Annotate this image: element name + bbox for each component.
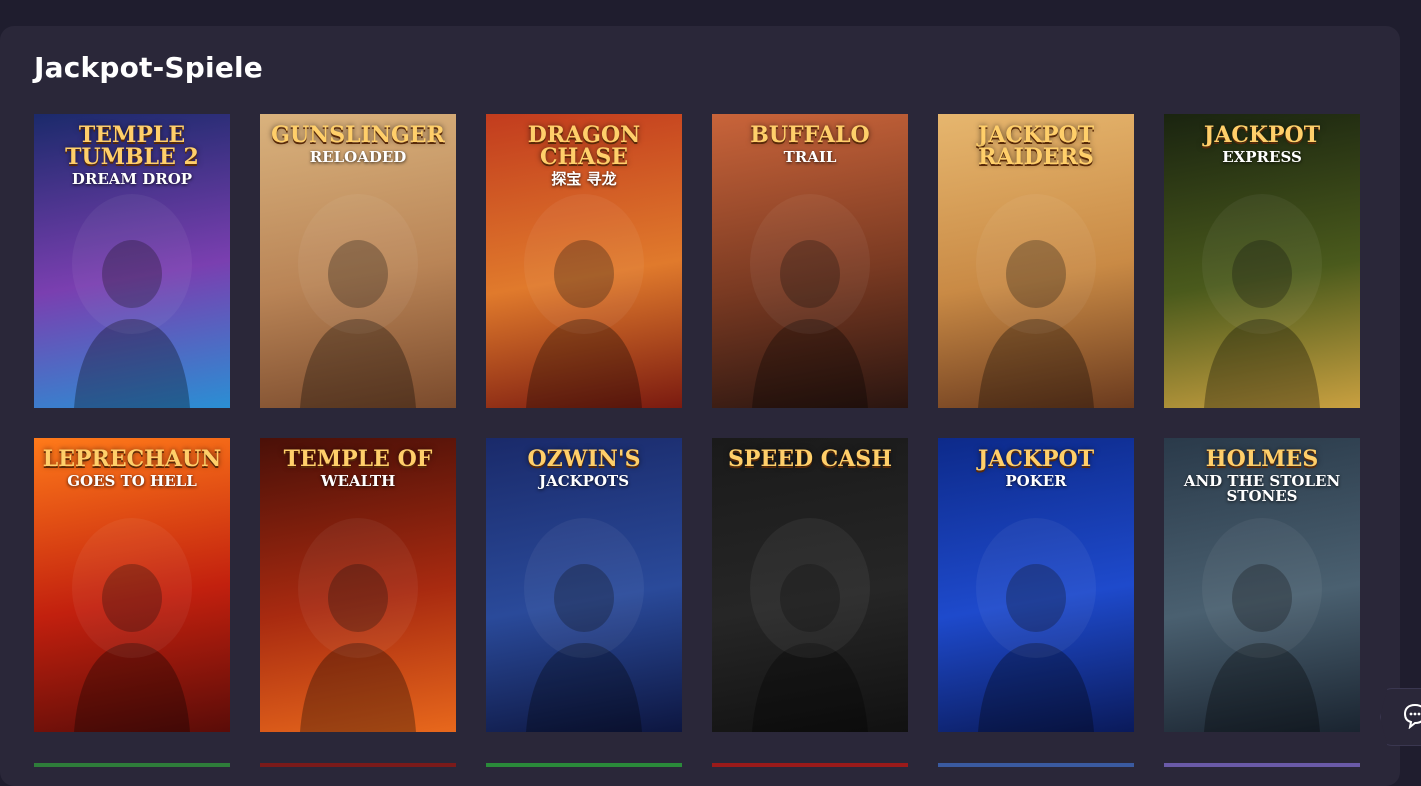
game-logo-title: Temple Tumble 2 bbox=[65, 122, 199, 170]
game-logo-subtitle: goes to Hell bbox=[67, 472, 197, 490]
game-logo: Jackpot Poker bbox=[938, 448, 1134, 489]
game-logo-subtitle: Wealth bbox=[320, 472, 396, 490]
game-tile-speed-cash[interactable]: Speed Cash bbox=[712, 438, 908, 732]
partial-game-tile[interactable] bbox=[712, 763, 908, 767]
game-logo: Ozwin's Jackpots bbox=[486, 448, 682, 489]
chat-bubble-icon bbox=[1403, 703, 1421, 729]
game-logo: Temple Tumble 2 Dream Drop bbox=[34, 124, 230, 187]
game-logo: Holmes and the Stolen Stones bbox=[1164, 448, 1360, 504]
game-logo-title: Leprechaun bbox=[42, 446, 222, 472]
game-logo: Jackpot Express bbox=[1164, 124, 1360, 165]
game-logo: Gunslinger Reloaded bbox=[260, 124, 456, 165]
game-logo-title: Holmes bbox=[1205, 446, 1319, 472]
partial-game-tile[interactable] bbox=[260, 763, 456, 767]
game-logo-title: Gunslinger bbox=[271, 122, 445, 148]
game-tile-gunslinger-reloaded[interactable]: Gunslinger Reloaded bbox=[260, 114, 456, 408]
game-tile-ozwins-jackpots[interactable]: Ozwin's Jackpots bbox=[486, 438, 682, 732]
game-logo: Buffalo Trail bbox=[712, 124, 908, 165]
game-tile-jackpot-express[interactable]: Jackpot Express bbox=[1164, 114, 1360, 408]
game-logo: Jackpot Raiders bbox=[938, 124, 1134, 172]
game-logo: Leprechaun goes to Hell bbox=[34, 448, 230, 489]
game-logo-title: Jackpot bbox=[977, 446, 1095, 472]
game-logo-title: Temple of bbox=[283, 446, 433, 472]
game-tile-temple-of-wealth[interactable]: Temple of Wealth bbox=[260, 438, 456, 732]
partial-game-tile[interactable] bbox=[486, 763, 682, 767]
game-logo-subtitle: Poker bbox=[1005, 472, 1067, 490]
game-logo-title: Jackpot Raiders bbox=[977, 122, 1095, 170]
game-grid: Temple Tumble 2 Dream Drop Gunslinger Reloa… bbox=[34, 114, 1360, 732]
game-logo-subtitle: and the Stolen Stones bbox=[1183, 472, 1341, 505]
game-tile-jackpot-raiders[interactable]: Jackpot Raiders bbox=[938, 114, 1134, 408]
game-logo-subtitle: Jackpots bbox=[538, 472, 630, 490]
game-logo-title: Jackpot bbox=[1203, 122, 1321, 148]
game-logo-subtitle: Dream Drop bbox=[71, 170, 193, 188]
partial-game-tile[interactable] bbox=[1164, 763, 1360, 767]
chat-button[interactable] bbox=[1380, 688, 1421, 746]
game-logo-title: Ozwin's bbox=[527, 446, 641, 472]
game-logo-subtitle: Trail bbox=[783, 148, 837, 166]
game-logo-title: Speed Cash bbox=[728, 446, 892, 472]
section-title: Jackpot-Spiele bbox=[34, 51, 264, 84]
game-logo-subtitle: 探宝 寻龙 bbox=[551, 170, 617, 188]
game-logo-subtitle: Express bbox=[1222, 148, 1302, 166]
game-logo-subtitle: Reloaded bbox=[309, 148, 407, 166]
partial-game-tile[interactable] bbox=[34, 763, 230, 767]
game-logo: Temple of Wealth bbox=[260, 448, 456, 489]
game-tile-holmes-and-the-stolen-stones[interactable]: Holmes and the Stolen Stones bbox=[1164, 438, 1360, 732]
game-logo-title: Dragon Chase bbox=[527, 122, 641, 170]
game-tile-leprechaun-goes-to-hell[interactable]: Leprechaun goes to Hell bbox=[34, 438, 230, 732]
game-tile-dragon-chase[interactable]: Dragon Chase 探宝 寻龙 bbox=[486, 114, 682, 408]
game-logo: Speed Cash bbox=[712, 448, 908, 474]
game-logo: Dragon Chase 探宝 寻龙 bbox=[486, 124, 682, 187]
game-tile-temple-tumble-2[interactable]: Temple Tumble 2 Dream Drop bbox=[34, 114, 230, 408]
game-tile-buffalo-trail[interactable]: Buffalo Trail bbox=[712, 114, 908, 408]
game-tile-jackpot-poker[interactable]: Jackpot Poker bbox=[938, 438, 1134, 732]
game-logo-title: Buffalo bbox=[750, 122, 870, 148]
game-artwork bbox=[712, 438, 908, 732]
partial-game-tile[interactable] bbox=[938, 763, 1134, 767]
